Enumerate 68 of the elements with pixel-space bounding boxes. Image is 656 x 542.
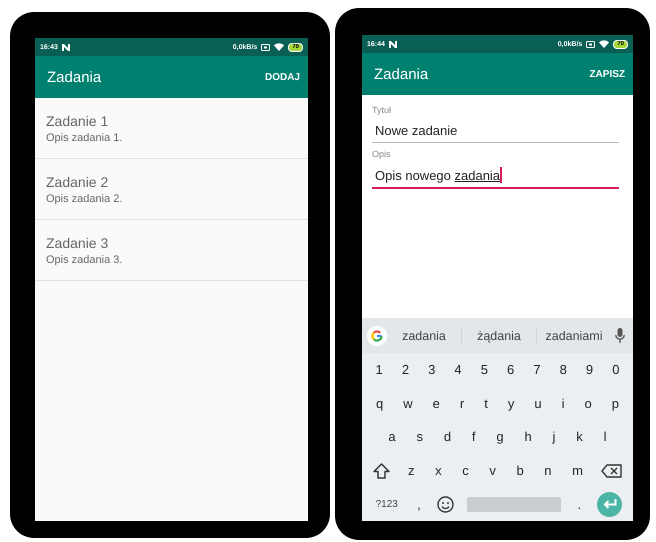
key[interactable]: 5	[478, 360, 491, 380]
key[interactable]: f	[468, 427, 479, 446]
wifi-icon	[274, 43, 284, 51]
key[interactable]: i	[558, 394, 568, 413]
symbols-key[interactable]: ?123	[372, 496, 401, 512]
key[interactable]: z	[404, 461, 418, 480]
key[interactable]: ,	[414, 494, 424, 514]
key[interactable]: 7	[530, 360, 544, 380]
key[interactable]: m	[569, 461, 586, 480]
key[interactable]: 3	[425, 360, 438, 380]
key[interactable]: p	[608, 394, 622, 413]
enter-icon	[602, 498, 617, 510]
task-description: Opis zadania 3.	[46, 254, 124, 266]
task-description: Opis zadania 2.	[46, 192, 124, 204]
suggestion[interactable]: żądania	[462, 328, 536, 342]
key[interactable]: 4	[451, 360, 465, 380]
key[interactable]: t	[481, 394, 491, 413]
key[interactable]: r	[456, 394, 468, 413]
backspace-icon[interactable]	[600, 464, 622, 478]
field-label: Opis	[372, 149, 392, 159]
shift-icon[interactable]	[373, 462, 390, 479]
key[interactable]: c	[459, 461, 472, 480]
key[interactable]: o	[581, 394, 595, 413]
key[interactable]: 8	[556, 360, 570, 380]
key[interactable]: v	[486, 461, 499, 480]
emoji-icon[interactable]	[437, 496, 454, 513]
key[interactable]: x	[432, 461, 445, 480]
task-title[interactable]: Zadanie 3	[46, 234, 308, 250]
key[interactable]: a	[385, 427, 399, 446]
input-field[interactable]: Nowe zadanie	[372, 120, 619, 143]
toolbar-action-button[interactable]: ZAPISZ	[589, 66, 625, 82]
app-title: Zadania	[374, 66, 430, 82]
suggestion[interactable]: zadaniami	[537, 328, 611, 342]
key[interactable]: w	[400, 394, 416, 413]
key[interactable]: 1	[372, 360, 386, 380]
notification-icon	[388, 40, 397, 48]
key[interactable]: d	[440, 427, 454, 446]
task-title[interactable]: Zadanie 1	[46, 112, 308, 128]
key[interactable]: 0	[609, 360, 622, 380]
key[interactable]: 9	[582, 360, 596, 380]
key[interactable]: 2	[398, 360, 412, 380]
field-label: Tytuł	[372, 105, 392, 115]
key[interactable]: j	[550, 427, 558, 446]
key[interactable]: n	[541, 461, 555, 480]
key[interactable]: 6	[504, 360, 518, 380]
key[interactable]: e	[430, 394, 443, 413]
key[interactable]: s	[414, 427, 426, 446]
key[interactable]: g	[493, 427, 507, 446]
task-description: Opis zadania 1.	[46, 132, 124, 144]
app-title: Zadania	[47, 68, 102, 86]
key[interactable]: b	[513, 461, 527, 480]
key[interactable]: .	[574, 494, 584, 514]
colored-ring-icon[interactable]	[367, 326, 387, 346]
key[interactable]: y	[504, 394, 518, 413]
suggestion[interactable]: zadania	[387, 328, 461, 342]
toolbar-action-button[interactable]: DODAJ	[264, 70, 300, 84]
key[interactable]: u	[531, 394, 545, 413]
sim-icon	[586, 40, 596, 48]
task-title[interactable]: Zadanie 2	[46, 174, 308, 190]
sim-icon	[261, 44, 270, 50]
input-field[interactable]: Opis nowego zadania	[372, 164, 619, 189]
key[interactable]: l	[600, 427, 610, 446]
notification-icon	[62, 44, 70, 50]
microphone-icon[interactable]	[615, 328, 625, 343]
key[interactable]: q	[373, 394, 386, 413]
wifi-icon	[599, 40, 610, 48]
key[interactable]: k	[573, 427, 586, 446]
key[interactable]: h	[521, 427, 535, 446]
